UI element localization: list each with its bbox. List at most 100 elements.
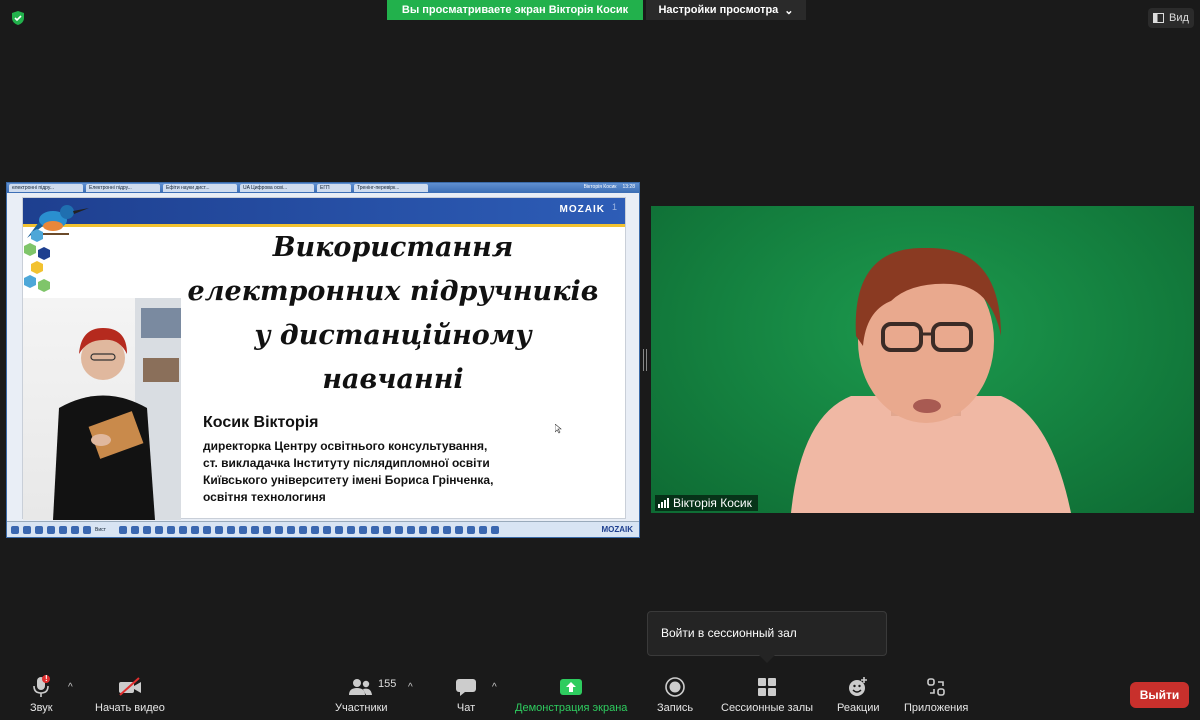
slide-title-line: навчанні bbox=[322, 364, 464, 395]
chat-bubble-icon bbox=[455, 674, 477, 700]
participant-video-tile[interactable]: Вікторія Косик bbox=[651, 206, 1194, 513]
toolbar-tool-icon bbox=[167, 525, 175, 534]
slide-title-line: електронних підручників bbox=[187, 276, 599, 307]
toolbar-tool-icon bbox=[251, 525, 259, 534]
browser-tab: ЕГП bbox=[317, 184, 351, 192]
breakout-room-tooltip[interactable]: Войти в сессионный зал bbox=[647, 611, 887, 656]
affiliation-line: ст. викладачка Інституту післядипломної … bbox=[203, 456, 490, 470]
mozaik-logo: MOZAIK bbox=[559, 204, 605, 215]
breakout-rooms-button[interactable]: Сессионные залы bbox=[721, 674, 813, 714]
toolbar-tool-icon bbox=[407, 525, 415, 534]
toolbar-tool-icon bbox=[455, 525, 463, 534]
leave-meeting-button[interactable]: Выйти bbox=[1130, 682, 1189, 708]
meeting-toolbar: Звук ! ^ Начать видео Участники 155 ^ Ча… bbox=[0, 668, 1200, 720]
toolbar-tool-icon bbox=[131, 525, 139, 534]
signal-strength-icon bbox=[658, 498, 669, 508]
split-view-divider[interactable] bbox=[643, 349, 647, 371]
start-video-label: Начать видео bbox=[95, 702, 165, 714]
author-name: Косик Вікторія bbox=[203, 414, 319, 431]
author-affiliation: директорка Центру освітнього консультува… bbox=[203, 438, 533, 506]
mouse-cursor-icon bbox=[555, 424, 562, 434]
view-options-dropdown[interactable]: Настройки просмотра ⌄ bbox=[646, 0, 806, 20]
toolbar-tool-icon bbox=[23, 525, 31, 534]
toolbar-tool-icon bbox=[203, 525, 211, 534]
screen-share-banner: Вы просматриваете экран Вікторія Косик bbox=[387, 0, 643, 20]
affiliation-line: освітня технологиня bbox=[203, 490, 326, 504]
audio-button[interactable]: Звук bbox=[30, 674, 53, 714]
browser-tab: електронні підру... bbox=[9, 184, 83, 192]
browser-tab: UA Цифрова осві... bbox=[240, 184, 314, 192]
shared-screen[interactable]: електронні підру... Електронні підру... … bbox=[6, 182, 640, 538]
slide-title-line: у дистанційному bbox=[254, 320, 532, 351]
breakout-rooms-grid-icon bbox=[757, 674, 777, 700]
presenter-photo bbox=[23, 298, 181, 520]
toolbar-tool-icon bbox=[179, 525, 187, 534]
participants-options-caret-icon[interactable]: ^ bbox=[408, 682, 413, 693]
toolbar-tool-icon bbox=[299, 525, 307, 534]
start-video-button[interactable]: Начать видео bbox=[95, 674, 165, 714]
chat-button[interactable]: Чат bbox=[455, 674, 477, 714]
hexagon-pattern-decoration bbox=[24, 229, 50, 292]
toolbar-tool-icon bbox=[35, 525, 43, 534]
reactions-label: Реакции bbox=[837, 702, 880, 714]
toolbar-tool-icon bbox=[323, 525, 331, 534]
affiliation-line: Київського університету імені Бориса Грі… bbox=[203, 473, 494, 487]
toolbar-tool-icon bbox=[395, 525, 403, 534]
audio-options-caret-icon[interactable]: ^ bbox=[68, 682, 73, 693]
view-options-label: Настройки просмотра bbox=[658, 4, 779, 16]
toolbar-tool-icon bbox=[155, 525, 163, 534]
join-breakout-room-text: Войти в сессионный зал bbox=[661, 626, 797, 640]
toolbar-tool-icon bbox=[275, 525, 283, 534]
shared-clock: 13:28 bbox=[622, 184, 635, 190]
microphone-icon bbox=[31, 674, 51, 700]
slide-page-number: 1 bbox=[611, 202, 617, 212]
toolbar-tool-icon bbox=[431, 525, 439, 534]
tooltip-arrow bbox=[759, 655, 775, 663]
shared-taskbar-status: Вікторія Косик 13:28 bbox=[584, 184, 635, 190]
affiliation-line: директорка Центру освітнього консультува… bbox=[203, 439, 488, 453]
chat-options-caret-icon[interactable]: ^ bbox=[492, 682, 497, 693]
view-button[interactable]: Вид bbox=[1148, 8, 1194, 28]
presentation-slide: MOZAIK 1 Використання електронних підруч… bbox=[22, 197, 626, 520]
toolbar-tool-icon bbox=[311, 525, 319, 534]
slide-header-band bbox=[23, 198, 625, 224]
participants-label: Участники bbox=[335, 702, 388, 714]
toolbar-tool-icon bbox=[335, 525, 343, 534]
zoom-meeting-window: Вы просматриваете экран Вікторія Косик Н… bbox=[0, 0, 1200, 720]
toolbar-tool-icon bbox=[383, 525, 391, 534]
audio-label: Звук bbox=[30, 702, 53, 714]
mozaik-toolbar-logo: MOZAIK bbox=[601, 525, 633, 534]
toolbar-tool-icon bbox=[347, 525, 355, 534]
participants-count: 155 bbox=[378, 678, 397, 690]
participant-video-feed bbox=[791, 247, 1071, 513]
toolbar-tool-icon bbox=[47, 525, 55, 534]
browser-tab: Ефіти науки дист... bbox=[163, 184, 237, 192]
toolbar-tool-icon bbox=[119, 525, 127, 534]
record-button[interactable]: Запись bbox=[657, 674, 693, 714]
slide-title: Використання електронних підручників у д… bbox=[183, 226, 603, 402]
browser-tab: Електронні підру... bbox=[86, 184, 160, 192]
toolbar-tool-icon bbox=[371, 525, 379, 534]
toolbar-tool-icon bbox=[11, 525, 19, 534]
chat-label: Чат bbox=[456, 702, 476, 714]
view-button-label: Вид bbox=[1169, 12, 1189, 24]
encryption-shield-icon[interactable] bbox=[10, 10, 26, 26]
reactions-button[interactable]: Реакции bbox=[837, 674, 880, 714]
shared-user-name: Вікторія Косик bbox=[583, 184, 617, 190]
record-icon bbox=[665, 674, 685, 700]
toolbar-tool-icon bbox=[227, 525, 235, 534]
participants-icon bbox=[348, 674, 374, 700]
share-screen-arrow-icon bbox=[559, 674, 583, 700]
share-screen-button[interactable]: Демонстрация экрана bbox=[515, 674, 627, 714]
video-camera-off-icon bbox=[117, 674, 143, 700]
toolbar-tool-icon bbox=[191, 525, 199, 534]
toolbar-tool-icon bbox=[443, 525, 451, 534]
apps-button[interactable]: Приложения bbox=[904, 674, 968, 714]
toolbar-tool-icon bbox=[491, 525, 499, 534]
participant-name-label: Вікторія Косик bbox=[655, 495, 758, 511]
zoom-select-label: Вист bbox=[95, 526, 106, 533]
toolbar-tool-icon bbox=[287, 525, 295, 534]
breakout-rooms-label: Сессионные залы bbox=[721, 702, 814, 714]
toolbar-tool-icon bbox=[59, 525, 67, 534]
toolbar-tool-icon bbox=[71, 525, 79, 534]
